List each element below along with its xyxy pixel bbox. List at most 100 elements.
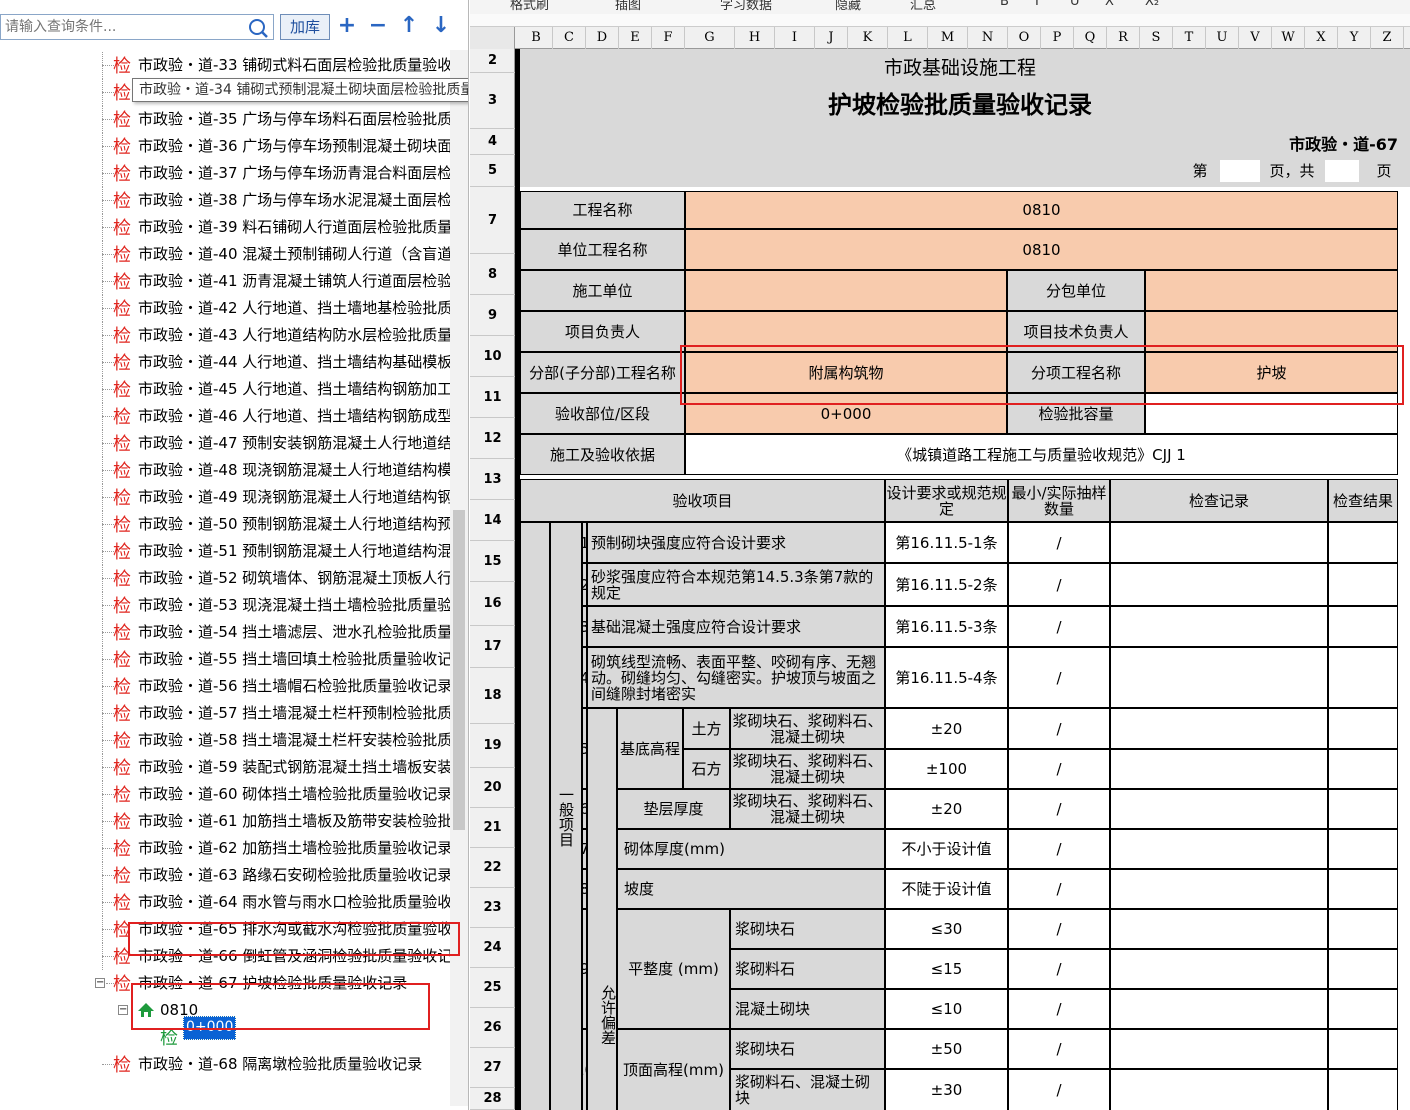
row-header[interactable]: 7 [470, 187, 515, 254]
column-header[interactable]: K [848, 27, 888, 49]
tree-item[interactable]: 检市政验・道-61 加筋挡土墙板及筋带安装检验批 [0, 808, 450, 835]
column-header[interactable]: X [1305, 27, 1338, 49]
row-header[interactable]: 22 [470, 848, 515, 888]
result-cell[interactable] [1328, 606, 1398, 647]
record-cell[interactable] [1110, 749, 1328, 789]
tree-item[interactable]: 检市政验・道-45 人行地道、挡土墙结构钢筋加工 [0, 376, 450, 403]
column-header[interactable]: Y [1338, 27, 1371, 49]
tree-item[interactable]: 检市政验・道-50 预制钢筋混凝土人行地道结构预 [0, 511, 450, 538]
arrow-down-icon[interactable]: ↓ [430, 15, 452, 38]
tree-item[interactable]: 检市政验・道-55 挡土墙回填土检验批质量验收记 [0, 646, 450, 673]
column-header[interactable]: W [1272, 27, 1305, 49]
page-total-input[interactable] [1325, 160, 1359, 182]
tree-item[interactable]: 检市政验・道-51 预制钢筋混凝土人行地道结构混 [0, 538, 450, 565]
row-header[interactable]: 17 [470, 626, 515, 668]
constructor-field-2[interactable] [1145, 270, 1398, 311]
sample-cell[interactable]: / [1008, 563, 1110, 606]
column-header[interactable]: M [928, 27, 968, 49]
tree-item[interactable]: 检市政验・道-64 雨水管与雨水口检验批质量验收 [0, 889, 450, 916]
tree-item[interactable]: 检市政验・道-33 铺砌式料石面层检验批质量验收 [0, 52, 450, 79]
arrow-up-icon[interactable]: ↑ [398, 15, 420, 38]
tree-item[interactable]: 检市政验・道-47 预制安装钢筋混凝土人行地道结 [0, 430, 450, 457]
record-cell[interactable] [1110, 909, 1328, 949]
tree-item[interactable]: 检市政验・道-58 挡土墙混凝土栏杆安装检验批质 [0, 727, 450, 754]
column-header[interactable]: J [815, 27, 848, 49]
column-header[interactable]: B [520, 27, 553, 49]
tree-item[interactable]: 检市政验・道-57 挡土墙混凝土栏杆预制检验批质 [0, 700, 450, 727]
row-header[interactable]: 24 [470, 928, 515, 968]
row-header[interactable]: 16 [470, 582, 515, 626]
column-header[interactable]: L [888, 27, 928, 49]
tree-item[interactable]: 检市政验・道-49 现浇钢筋混凝土人行地道结构钢 [0, 484, 450, 511]
sample-cell[interactable]: / [1008, 909, 1110, 949]
column-header[interactable]: G [685, 27, 735, 49]
tree-item[interactable]: 检市政验・道-54 挡土墙滤层、泄水孔检验批质量 [0, 619, 450, 646]
ribbon-item[interactable]: B [1000, 0, 1009, 9]
tree-item[interactable]: 检市政验・道-63 路缘石安砌检验批质量验收记录 [0, 862, 450, 889]
row-header[interactable]: 4 [470, 129, 515, 155]
tree-item[interactable]: 检市政验・道-37 广场与停车场沥青混合料面层检 [0, 160, 450, 187]
row-header[interactable]: 19 [470, 724, 515, 768]
tree-item[interactable]: 检市政验・道-40 混凝土预制铺砌人行道（含盲道 [0, 241, 450, 268]
ribbon-item[interactable]: 隐藏 [835, 0, 861, 13]
sample-cell[interactable]: / [1008, 522, 1110, 563]
result-cell[interactable] [1328, 708, 1398, 749]
column-header[interactable]: V [1239, 27, 1272, 49]
column-header[interactable]: C [553, 27, 586, 49]
result-cell[interactable] [1328, 789, 1398, 829]
column-header[interactable]: I [775, 27, 815, 49]
ribbon-item[interactable]: U [1070, 0, 1080, 9]
row-header[interactable]: 9 [470, 295, 515, 336]
result-cell[interactable] [1328, 1069, 1398, 1110]
row-header[interactable]: 15 [470, 541, 515, 582]
sample-cell[interactable]: / [1008, 949, 1110, 989]
sample-cell[interactable]: / [1008, 606, 1110, 647]
sample-cell[interactable]: / [1008, 708, 1110, 749]
ribbon-item[interactable]: 格式刷 [510, 0, 549, 13]
page-number-input[interactable] [1220, 160, 1260, 182]
row-header[interactable]: 12 [470, 418, 515, 459]
unit-project-field[interactable]: 0810 [685, 229, 1398, 270]
column-header[interactable]: N [968, 27, 1008, 49]
tree-item[interactable]: 检市政验・道-59 装配式钢筋混凝土挡土墙板安装 [0, 754, 450, 781]
scrollbar-thumb[interactable] [453, 510, 465, 830]
constructor-field[interactable] [685, 270, 1007, 311]
collapse-icon[interactable]: − [95, 978, 105, 988]
result-cell[interactable] [1328, 749, 1398, 789]
ribbon-item[interactable]: 插图 [615, 0, 641, 13]
row-header[interactable]: 8 [470, 254, 515, 295]
basis-field[interactable]: 《城镇道路工程施工与质量验收规范》CJJ 1 [685, 434, 1398, 475]
column-header[interactable]: T [1173, 27, 1206, 49]
record-cell[interactable] [1110, 647, 1328, 708]
column-header[interactable]: H [735, 27, 775, 49]
row-header[interactable]: 28 [470, 1088, 515, 1110]
tree-item[interactable]: 检市政验・道-52 砌筑墙体、钢筋混凝土顶板人行 [0, 565, 450, 592]
add-library-button[interactable]: 加库 [280, 14, 330, 40]
result-cell[interactable] [1328, 522, 1398, 563]
sample-cell[interactable]: / [1008, 829, 1110, 869]
column-header[interactable]: F [652, 27, 685, 49]
sample-cell[interactable]: / [1008, 1029, 1110, 1069]
search-input[interactable] [0, 14, 274, 40]
ribbon-item[interactable]: 字习数据 [720, 0, 772, 13]
column-header[interactable]: U [1206, 27, 1239, 49]
sample-cell[interactable]: / [1008, 869, 1110, 909]
sample-cell[interactable]: / [1008, 647, 1110, 708]
column-header[interactable]: O [1008, 27, 1041, 49]
record-cell[interactable] [1110, 949, 1328, 989]
project-name-field[interactable]: 0810 [685, 191, 1398, 229]
minus-icon[interactable]: − [367, 15, 389, 38]
row-header[interactable]: 13 [470, 459, 515, 500]
row-header[interactable]: 27 [470, 1048, 515, 1088]
sample-cell[interactable]: / [1008, 989, 1110, 1029]
record-cell[interactable] [1110, 1069, 1328, 1110]
result-cell[interactable] [1328, 647, 1398, 708]
search-icon[interactable] [246, 18, 272, 38]
row-header[interactable]: 3 [470, 73, 515, 129]
record-cell[interactable] [1110, 829, 1328, 869]
row-header[interactable]: 20 [470, 768, 515, 808]
tree-item[interactable]: 检市政验・道-60 砌体挡土墙检验批质量验收记录 [0, 781, 450, 808]
sample-cell[interactable]: / [1008, 749, 1110, 789]
column-header[interactable]: P [1041, 27, 1074, 49]
tree-item[interactable]: 检市政验・道-36 广场与停车场预制混凝土砌块面 [0, 133, 450, 160]
